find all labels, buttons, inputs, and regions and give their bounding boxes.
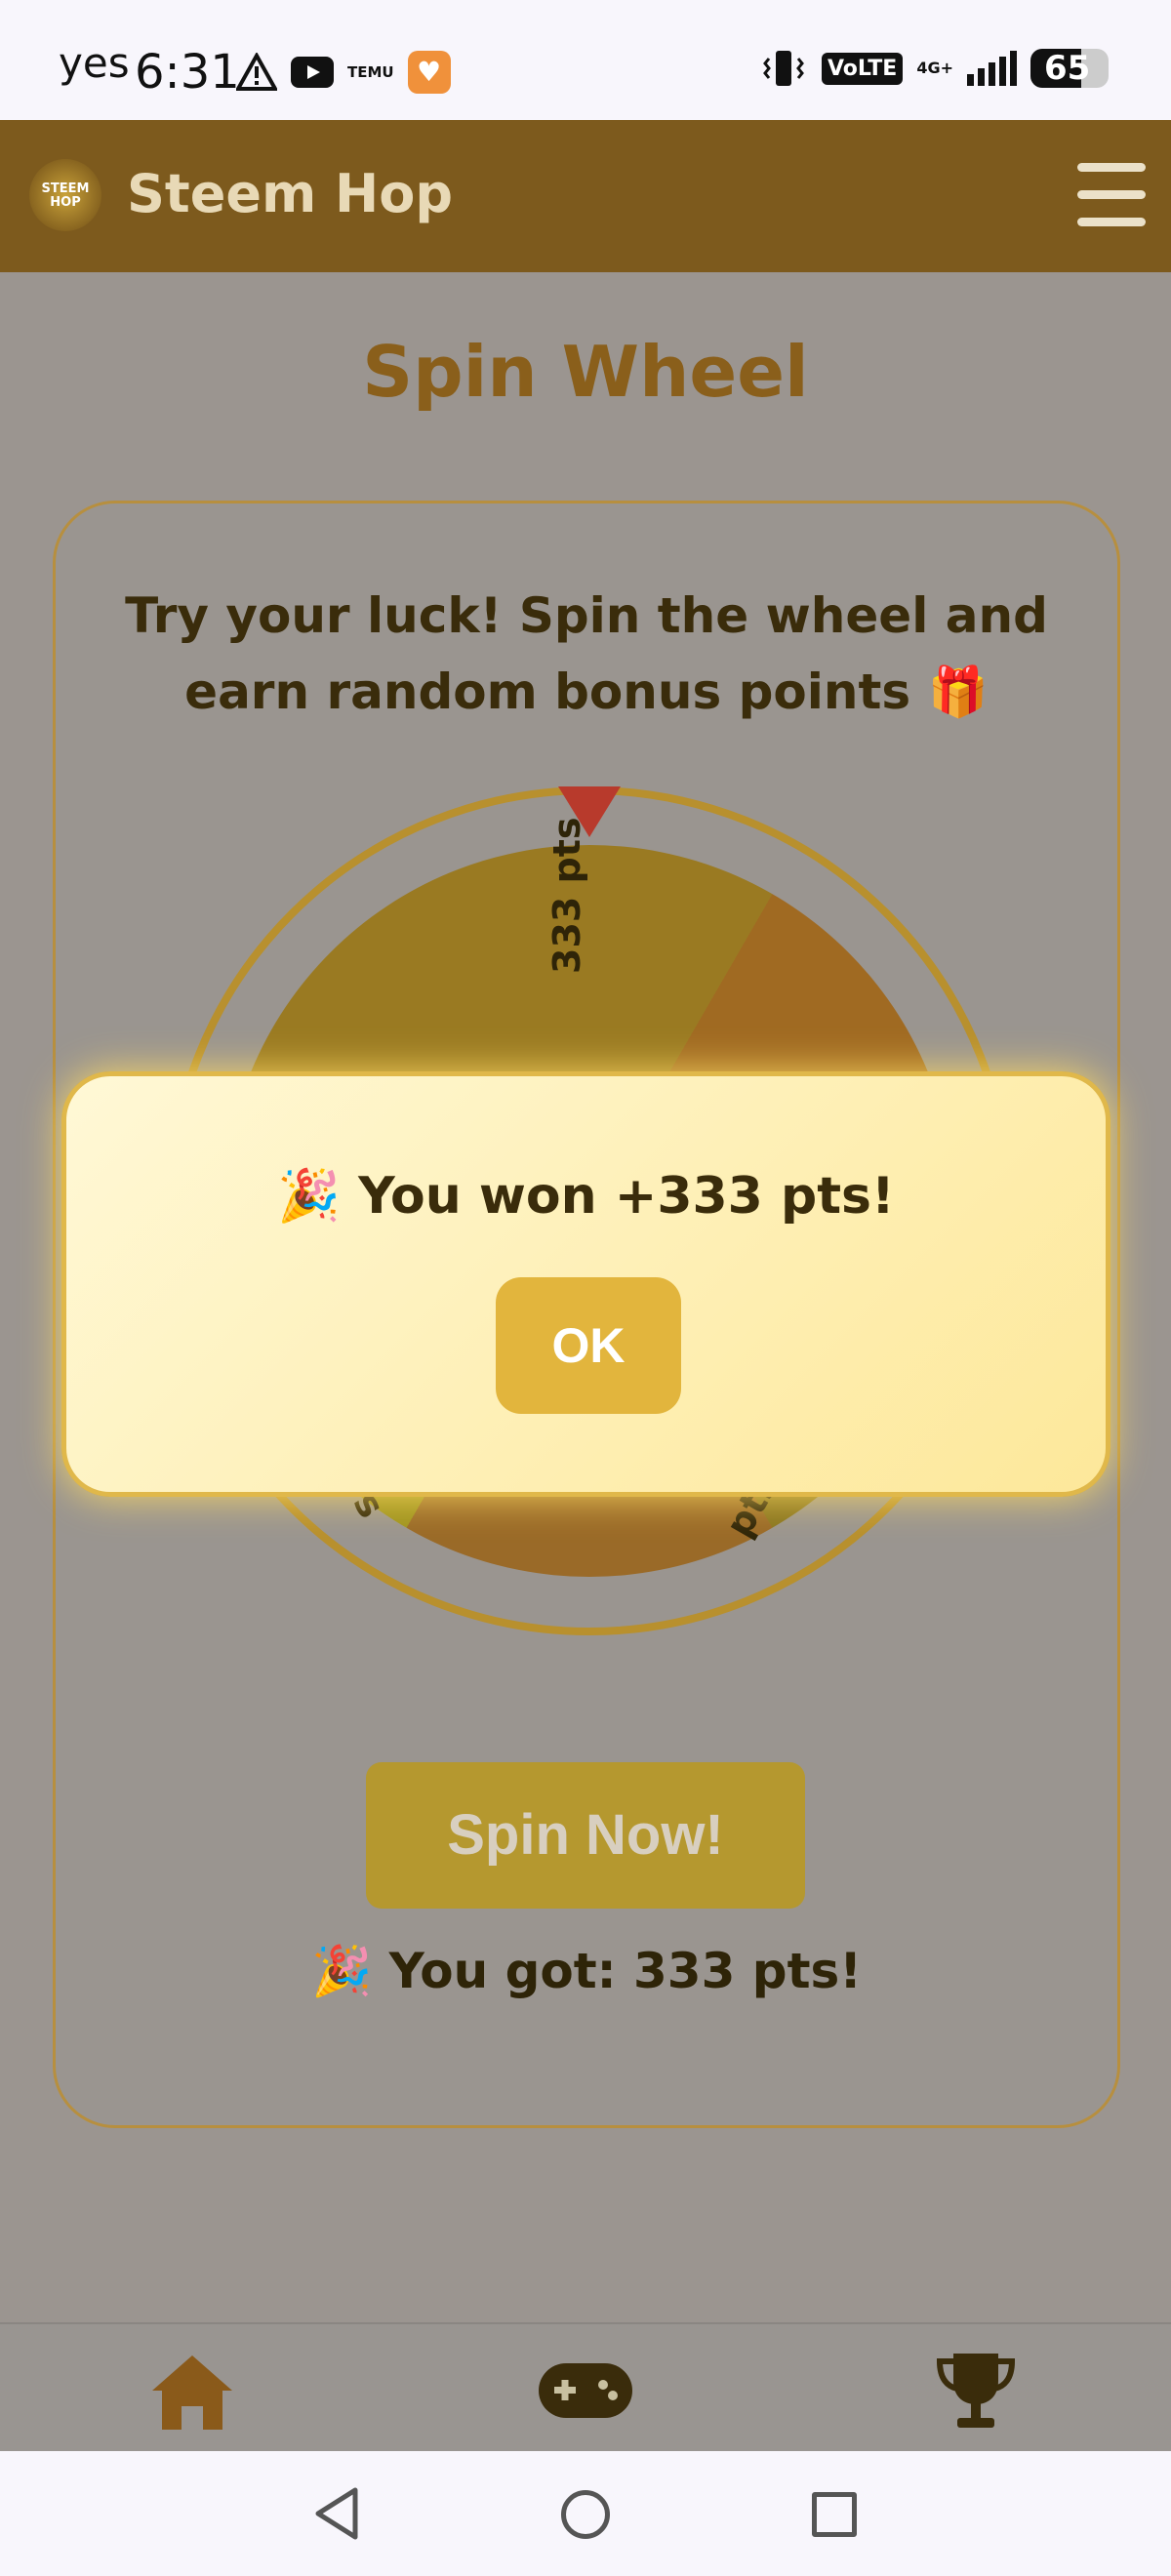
battery-icon: 65 [1030,49,1109,88]
warning-icon [236,53,277,91]
wheel-pointer-icon [558,786,621,837]
notification-icons: TEMU ♥ [236,51,451,94]
trophy-icon[interactable] [932,2348,1020,2435]
ok-button[interactable]: OK [496,1277,681,1414]
home-circle-icon[interactable] [561,2490,610,2539]
back-icon[interactable] [312,2486,361,2541]
volte-icon: VoLTE [821,52,904,85]
vibrate-icon [763,51,804,86]
heart-app-icon: ♥ [407,51,451,94]
battery-percent: 65 [1044,49,1091,88]
brand-name[interactable]: Steem Hop [127,163,453,224]
app-logo[interactable]: STEEM HOP [29,159,101,231]
intro-text: Try your luck! Spin the wheel and earn r… [125,587,1048,720]
home-icon[interactable] [148,2352,236,2432]
win-message: 🎉 You won +333 pts! [277,1167,895,1226]
youtube-icon [291,57,334,88]
system-nav-bar [0,2451,1171,2576]
status-bar: yes 6:31 TEMU ♥ VoLTE 4G+ 65 [0,0,1171,120]
app-header: STEEM HOP Steem Hop [0,120,1171,272]
wheel-segment-label: 333 pts [545,817,588,974]
recents-icon[interactable] [812,2492,857,2537]
carrier-label: yes [59,39,130,87]
temu-icon: TEMU [347,63,394,81]
bottom-nav [0,2322,1171,2451]
signal-icon [967,51,1017,86]
page-title: Spin Wheel [362,331,809,413]
spin-now-button[interactable]: Spin Now! [366,1762,805,1909]
clock: 6:31 [135,45,240,100]
gamepad-icon[interactable] [537,2359,634,2422]
network-type: 4G+ [916,59,953,77]
result-text: 🎉 You got: 333 pts! [310,1943,863,1999]
win-modal: 🎉 You won +333 pts! OK [61,1071,1110,1497]
hamburger-menu-icon[interactable] [1077,163,1146,227]
system-status-icons: VoLTE 4G+ 65 [759,49,1109,88]
